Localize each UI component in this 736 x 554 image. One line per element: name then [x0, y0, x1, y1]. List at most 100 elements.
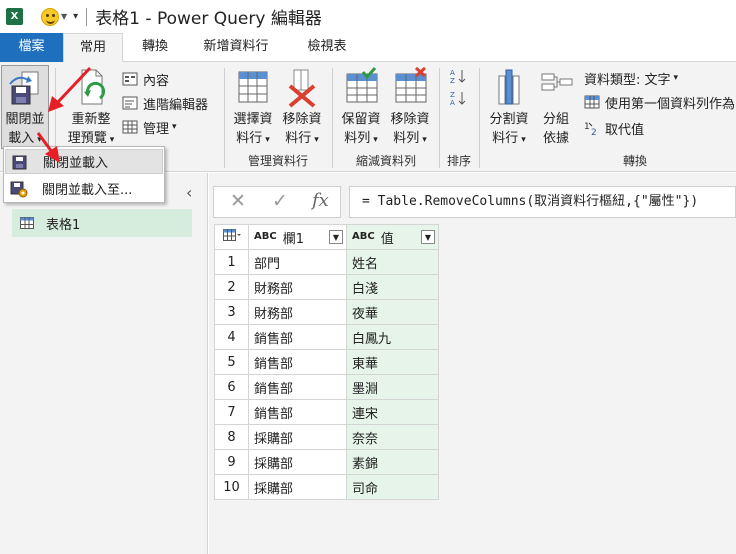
formula-input[interactable]: = Table.RemoveColumns(取消資料行樞紐,{"屬性"})	[349, 186, 736, 218]
table-cell[interactable]: 採購部	[248, 449, 347, 475]
keep-rows-icon	[346, 67, 378, 103]
remove-columns-button[interactable]: 移除資 料行 ▾	[278, 66, 326, 150]
column-header-2[interactable]: ABC 值 ▼	[346, 224, 439, 250]
table-cell[interactable]: 銷售部	[248, 324, 347, 350]
table-icon	[20, 217, 34, 229]
row-number[interactable]: 1	[214, 249, 249, 275]
table-cell[interactable]: 採購部	[248, 424, 347, 450]
menu-item-close-load-to[interactable]: 關閉並載入至...	[5, 176, 163, 201]
sort-descending-button[interactable]: ZA	[450, 88, 471, 108]
customize-quick-access-icon[interactable]: ▾	[73, 11, 78, 22]
table-cell[interactable]: 司命	[346, 474, 439, 500]
ribbon-tabs: 檔案 常用 轉換 新增資料行 檢視表	[0, 33, 736, 63]
use-first-row-as-headers-button[interactable]: 使用第一個資料列作為	[584, 91, 735, 113]
group-separator	[332, 68, 333, 168]
table-cell[interactable]: 財務部	[248, 299, 347, 325]
table-row: 3 財務部 夜華	[214, 299, 439, 325]
choose-columns-icon	[238, 71, 268, 103]
group-by-icon	[541, 73, 573, 91]
sort-ascending-button[interactable]: AZ	[450, 66, 471, 86]
row-number[interactable]: 2	[214, 274, 249, 300]
tab-add-column[interactable]: 新增資料行	[190, 33, 282, 62]
chevron-down-icon: ▾	[172, 122, 177, 132]
grid-corner-menu[interactable]	[214, 224, 249, 250]
chevron-left-icon[interactable]: ‹	[186, 183, 192, 202]
row-number[interactable]: 9	[214, 449, 249, 475]
table-cell[interactable]: 連宋	[346, 399, 439, 425]
choose-columns-button[interactable]: 選擇資 料行 ▾	[228, 66, 278, 150]
refresh-preview-button[interactable]: 重新整 理預覽 ▾	[64, 66, 118, 150]
remove-rows-button[interactable]: 移除資 料列 ▾	[386, 66, 434, 150]
text-type-icon[interactable]: ABC	[254, 232, 277, 242]
data-type-label: 資料類型: 文字	[584, 72, 671, 88]
svg-text:A: A	[450, 69, 455, 77]
use-first-row-label: 使用第一個資料列作為	[605, 96, 736, 112]
tab-file[interactable]: 檔案	[0, 33, 63, 62]
row-number[interactable]: 4	[214, 324, 249, 350]
table-row: 4 銷售部 白鳳九	[214, 324, 439, 350]
close-load-button[interactable]: 關閉並 載入 ▾	[1, 65, 49, 149]
properties-label: 內容	[143, 73, 170, 89]
tab-view[interactable]: 檢視表	[296, 33, 358, 62]
refresh-label-1: 重新整	[71, 112, 111, 127]
table-cell[interactable]: 銷售部	[248, 349, 347, 375]
row-number[interactable]: 7	[214, 399, 249, 425]
column-header-1-label: 欄1	[282, 231, 304, 247]
table-cell[interactable]: 素錦	[346, 449, 439, 475]
remove-columns-label-1: 移除資	[282, 112, 322, 127]
table-cell[interactable]: 東華	[346, 349, 439, 375]
replace-values-button[interactable]: 12 取代值	[584, 117, 644, 139]
table-row: 5 銷售部 東華	[214, 349, 439, 375]
text-type-icon[interactable]: ABC	[352, 232, 375, 242]
table-cell[interactable]: 墨淵	[346, 374, 439, 400]
advanced-editor-label: 進階編輯器	[143, 97, 209, 113]
table-cell[interactable]: 夜華	[346, 299, 439, 325]
fx-icon[interactable]: fx	[312, 190, 329, 211]
table-cell[interactable]: 白鳳九	[346, 324, 439, 350]
close-load-label-1: 關閉並	[5, 112, 45, 127]
group-by-button[interactable]: 分組 依據	[536, 66, 576, 148]
manage-button[interactable]: 管理 ▾	[122, 116, 177, 138]
table-cell[interactable]: 奈奈	[346, 424, 439, 450]
tab-home[interactable]: 常用	[63, 33, 123, 63]
replace-values-icon: 12	[584, 122, 597, 136]
row-number[interactable]: 3	[214, 299, 249, 325]
table-row: 9 採購部 素錦	[214, 449, 439, 475]
menu-item-close-load[interactable]: 關閉並載入	[5, 149, 163, 174]
table-icon	[122, 120, 138, 134]
column-header-1[interactable]: ABC 欄1 ▼	[248, 224, 347, 250]
table-row: 8 採購部 奈奈	[214, 424, 439, 450]
row-number[interactable]: 5	[214, 349, 249, 375]
chevron-down-icon: ▾	[422, 135, 427, 145]
table-cell[interactable]: 財務部	[248, 274, 347, 300]
advanced-editor-button[interactable]: 進階編輯器	[122, 92, 208, 114]
svg-text:Z: Z	[450, 77, 455, 84]
table-cell[interactable]: 採購部	[248, 474, 347, 500]
svg-text:A: A	[450, 99, 455, 106]
filter-dropdown-icon[interactable]: ▼	[421, 229, 435, 244]
keep-rows-button[interactable]: 保留資 料列 ▾	[336, 66, 386, 150]
tab-transform[interactable]: 轉換	[132, 33, 178, 62]
row-number[interactable]: 6	[214, 374, 249, 400]
data-type-dropdown[interactable]: 資料類型: 文字 ▾	[584, 67, 678, 89]
table-cell[interactable]: 姓名	[346, 249, 439, 275]
chevron-down-icon[interactable]: ▼	[61, 12, 67, 21]
query-item[interactable]: 表格1	[12, 209, 192, 237]
row-number[interactable]: 8	[214, 424, 249, 450]
chevron-down-icon: ▾	[521, 135, 526, 145]
table-cell[interactable]: 部門	[248, 249, 347, 275]
table-cell[interactable]: 白淺	[346, 274, 439, 300]
table-cell[interactable]: 銷售部	[248, 374, 347, 400]
row-number[interactable]: 10	[214, 474, 249, 500]
table-cell[interactable]: 銷售部	[248, 399, 347, 425]
svg-text:Z: Z	[450, 91, 455, 99]
properties-button[interactable]: 內容	[122, 68, 169, 90]
cancel-icon[interactable]: ✕	[230, 190, 246, 212]
check-icon[interactable]: ✓	[272, 190, 288, 212]
filter-dropdown-icon[interactable]: ▼	[329, 229, 343, 244]
chevron-down-icon: ▾	[37, 135, 42, 145]
chevron-down-icon: ▾	[673, 73, 679, 83]
data-grid: ABC 欄1 ▼ ABC 值 ▼ 1 部門 姓名 2 財務部 白淺 3 財務部 夜華 4銷	[214, 224, 439, 500]
split-column-button[interactable]: 分割資 料行 ▾	[484, 66, 534, 150]
feedback-smiley-icon[interactable]	[41, 7, 59, 26]
